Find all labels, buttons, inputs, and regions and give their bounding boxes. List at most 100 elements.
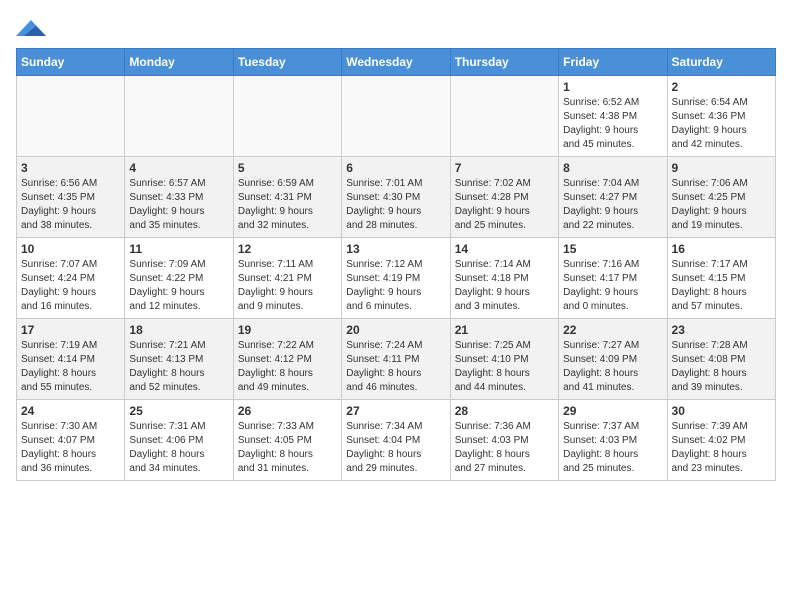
calendar-day-cell (450, 76, 558, 157)
day-number: 29 (563, 404, 662, 418)
weekday-header: Sunday (17, 49, 125, 76)
day-info: Sunrise: 7:11 AM Sunset: 4:21 PM Dayligh… (238, 258, 337, 314)
weekday-header: Saturday (667, 49, 775, 76)
day-info: Sunrise: 7:39 AM Sunset: 4:02 PM Dayligh… (672, 420, 771, 476)
day-number: 28 (455, 404, 554, 418)
calendar-day-cell (233, 76, 341, 157)
calendar-day-cell: 28 Sunrise: 7:36 AM Sunset: 4:03 PM Dayli… (450, 400, 558, 481)
day-number: 7 (455, 161, 554, 175)
calendar-day-cell: 7Sunrise: 7:02 AM Sunset: 4:28 PM Daylig… (450, 157, 558, 238)
calendar-week-row: 17 Sunrise: 7:19 AM Sunset: 4:14 PM Dayli… (17, 319, 776, 400)
calendar-week-row: 1 Sunrise: 6:52 AM Sunset: 4:38 PM Daylig… (17, 76, 776, 157)
calendar-day-cell: 24 Sunrise: 7:30 AM Sunset: 4:07 PM Dayli… (17, 400, 125, 481)
day-number: 10 (21, 242, 120, 256)
calendar-day-cell: 5 Sunrise: 6:59 AM Sunset: 4:31 PM Daylig… (233, 157, 341, 238)
calendar-table: SundayMondayTuesdayWednesdayThursdayFrid… (16, 48, 776, 481)
calendar-day-cell: 9 Sunrise: 7:06 AM Sunset: 4:25 PM Daylig… (667, 157, 775, 238)
day-info: Sunrise: 7:01 AM Sunset: 4:30 PM Dayligh… (346, 177, 445, 233)
day-number: 15 (563, 242, 662, 256)
calendar-day-cell: 6 Sunrise: 7:01 AM Sunset: 4:30 PM Daylig… (342, 157, 450, 238)
day-number: 14 (455, 242, 554, 256)
day-number: 24 (21, 404, 120, 418)
calendar-day-cell: 4 Sunrise: 6:57 AM Sunset: 4:33 PM Daylig… (125, 157, 233, 238)
day-number: 30 (672, 404, 771, 418)
day-info: Sunrise: 7:37 AM Sunset: 4:03 PM Dayligh… (563, 420, 662, 476)
day-number: 17 (21, 323, 120, 337)
day-number: 16 (672, 242, 771, 256)
calendar-day-cell: 2Sunrise: 6:54 AM Sunset: 4:36 PM Daylig… (667, 76, 775, 157)
calendar-day-cell: 1 Sunrise: 6:52 AM Sunset: 4:38 PM Daylig… (559, 76, 667, 157)
day-info: Sunrise: 7:04 AM Sunset: 4:27 PM Dayligh… (563, 177, 662, 233)
calendar-week-row: 3 Sunrise: 6:56 AM Sunset: 4:35 PM Daylig… (17, 157, 776, 238)
day-info: Sunrise: 7:24 AM Sunset: 4:11 PM Dayligh… (346, 339, 445, 395)
day-number: 23 (672, 323, 771, 337)
calendar-day-cell: 22Sunrise: 7:27 AM Sunset: 4:09 PM Dayli… (559, 319, 667, 400)
calendar-day-cell: 18Sunrise: 7:21 AM Sunset: 4:13 PM Dayli… (125, 319, 233, 400)
day-number: 11 (129, 242, 228, 256)
logo (16, 16, 50, 40)
day-number: 13 (346, 242, 445, 256)
day-info: Sunrise: 7:28 AM Sunset: 4:08 PM Dayligh… (672, 339, 771, 395)
calendar-day-cell: 8 Sunrise: 7:04 AM Sunset: 4:27 PM Daylig… (559, 157, 667, 238)
day-info: Sunrise: 7:36 AM Sunset: 4:03 PM Dayligh… (455, 420, 554, 476)
calendar-day-cell: 13 Sunrise: 7:12 AM Sunset: 4:19 PM Dayli… (342, 238, 450, 319)
day-number: 4 (129, 161, 228, 175)
day-info: Sunrise: 7:22 AM Sunset: 4:12 PM Dayligh… (238, 339, 337, 395)
calendar-day-cell (125, 76, 233, 157)
day-info: Sunrise: 7:31 AM Sunset: 4:06 PM Dayligh… (129, 420, 228, 476)
calendar-day-cell: 16 Sunrise: 7:17 AM Sunset: 4:15 PM Dayli… (667, 238, 775, 319)
day-number: 12 (238, 242, 337, 256)
day-number: 27 (346, 404, 445, 418)
weekday-header: Tuesday (233, 49, 341, 76)
day-number: 26 (238, 404, 337, 418)
day-number: 5 (238, 161, 337, 175)
weekday-header: Wednesday (342, 49, 450, 76)
calendar-day-cell: 3 Sunrise: 6:56 AM Sunset: 4:35 PM Daylig… (17, 157, 125, 238)
calendar-day-cell: 30 Sunrise: 7:39 AM Sunset: 4:02 PM Dayli… (667, 400, 775, 481)
day-info: Sunrise: 7:25 AM Sunset: 4:10 PM Dayligh… (455, 339, 554, 395)
day-number: 1 (563, 80, 662, 94)
day-info: Sunrise: 7:33 AM Sunset: 4:05 PM Dayligh… (238, 420, 337, 476)
calendar-day-cell: 23 Sunrise: 7:28 AM Sunset: 4:08 PM Dayli… (667, 319, 775, 400)
day-info: Sunrise: 6:52 AM Sunset: 4:38 PM Dayligh… (563, 96, 662, 152)
calendar-day-cell: 20 Sunrise: 7:24 AM Sunset: 4:11 PM Dayli… (342, 319, 450, 400)
day-info: Sunrise: 6:56 AM Sunset: 4:35 PM Dayligh… (21, 177, 120, 233)
day-number: 8 (563, 161, 662, 175)
day-number: 6 (346, 161, 445, 175)
calendar-day-cell: 26 Sunrise: 7:33 AM Sunset: 4:05 PM Dayli… (233, 400, 341, 481)
calendar-day-cell: 15 Sunrise: 7:16 AM Sunset: 4:17 PM Dayli… (559, 238, 667, 319)
weekday-header: Monday (125, 49, 233, 76)
calendar-day-cell: 19 Sunrise: 7:22 AM Sunset: 4:12 PM Dayli… (233, 319, 341, 400)
calendar-day-cell: 25 Sunrise: 7:31 AM Sunset: 4:06 PM Dayli… (125, 400, 233, 481)
day-info: Sunrise: 6:59 AM Sunset: 4:31 PM Dayligh… (238, 177, 337, 233)
calendar-day-cell: 21 Sunrise: 7:25 AM Sunset: 4:10 PM Dayli… (450, 319, 558, 400)
day-number: 20 (346, 323, 445, 337)
day-number: 22 (563, 323, 662, 337)
day-number: 2 (672, 80, 771, 94)
calendar-day-cell (342, 76, 450, 157)
calendar-day-cell: 10 Sunrise: 7:07 AM Sunset: 4:24 PM Dayli… (17, 238, 125, 319)
day-info: Sunrise: 7:06 AM Sunset: 4:25 PM Dayligh… (672, 177, 771, 233)
day-info: Sunrise: 7:19 AM Sunset: 4:14 PM Dayligh… (21, 339, 120, 395)
calendar-day-cell: 14Sunrise: 7:14 AM Sunset: 4:18 PM Dayli… (450, 238, 558, 319)
day-info: Sunrise: 7:07 AM Sunset: 4:24 PM Dayligh… (21, 258, 120, 314)
calendar-week-row: 24 Sunrise: 7:30 AM Sunset: 4:07 PM Dayli… (17, 400, 776, 481)
day-info: Sunrise: 7:12 AM Sunset: 4:19 PM Dayligh… (346, 258, 445, 314)
page-header (16, 16, 776, 40)
day-info: Sunrise: 7:16 AM Sunset: 4:17 PM Dayligh… (563, 258, 662, 314)
calendar-day-cell: 29 Sunrise: 7:37 AM Sunset: 4:03 PM Dayli… (559, 400, 667, 481)
day-number: 18 (129, 323, 228, 337)
day-number: 21 (455, 323, 554, 337)
day-info: Sunrise: 7:17 AM Sunset: 4:15 PM Dayligh… (672, 258, 771, 314)
day-number: 19 (238, 323, 337, 337)
day-number: 9 (672, 161, 771, 175)
calendar-day-cell: 11 Sunrise: 7:09 AM Sunset: 4:22 PM Dayli… (125, 238, 233, 319)
day-info: Sunrise: 7:30 AM Sunset: 4:07 PM Dayligh… (21, 420, 120, 476)
day-info: Sunrise: 6:57 AM Sunset: 4:33 PM Dayligh… (129, 177, 228, 233)
day-number: 3 (21, 161, 120, 175)
calendar-day-cell: 12 Sunrise: 7:11 AM Sunset: 4:21 PM Dayli… (233, 238, 341, 319)
calendar-day-cell (17, 76, 125, 157)
weekday-header: Thursday (450, 49, 558, 76)
day-number: 25 (129, 404, 228, 418)
day-info: Sunrise: 7:09 AM Sunset: 4:22 PM Dayligh… (129, 258, 228, 314)
